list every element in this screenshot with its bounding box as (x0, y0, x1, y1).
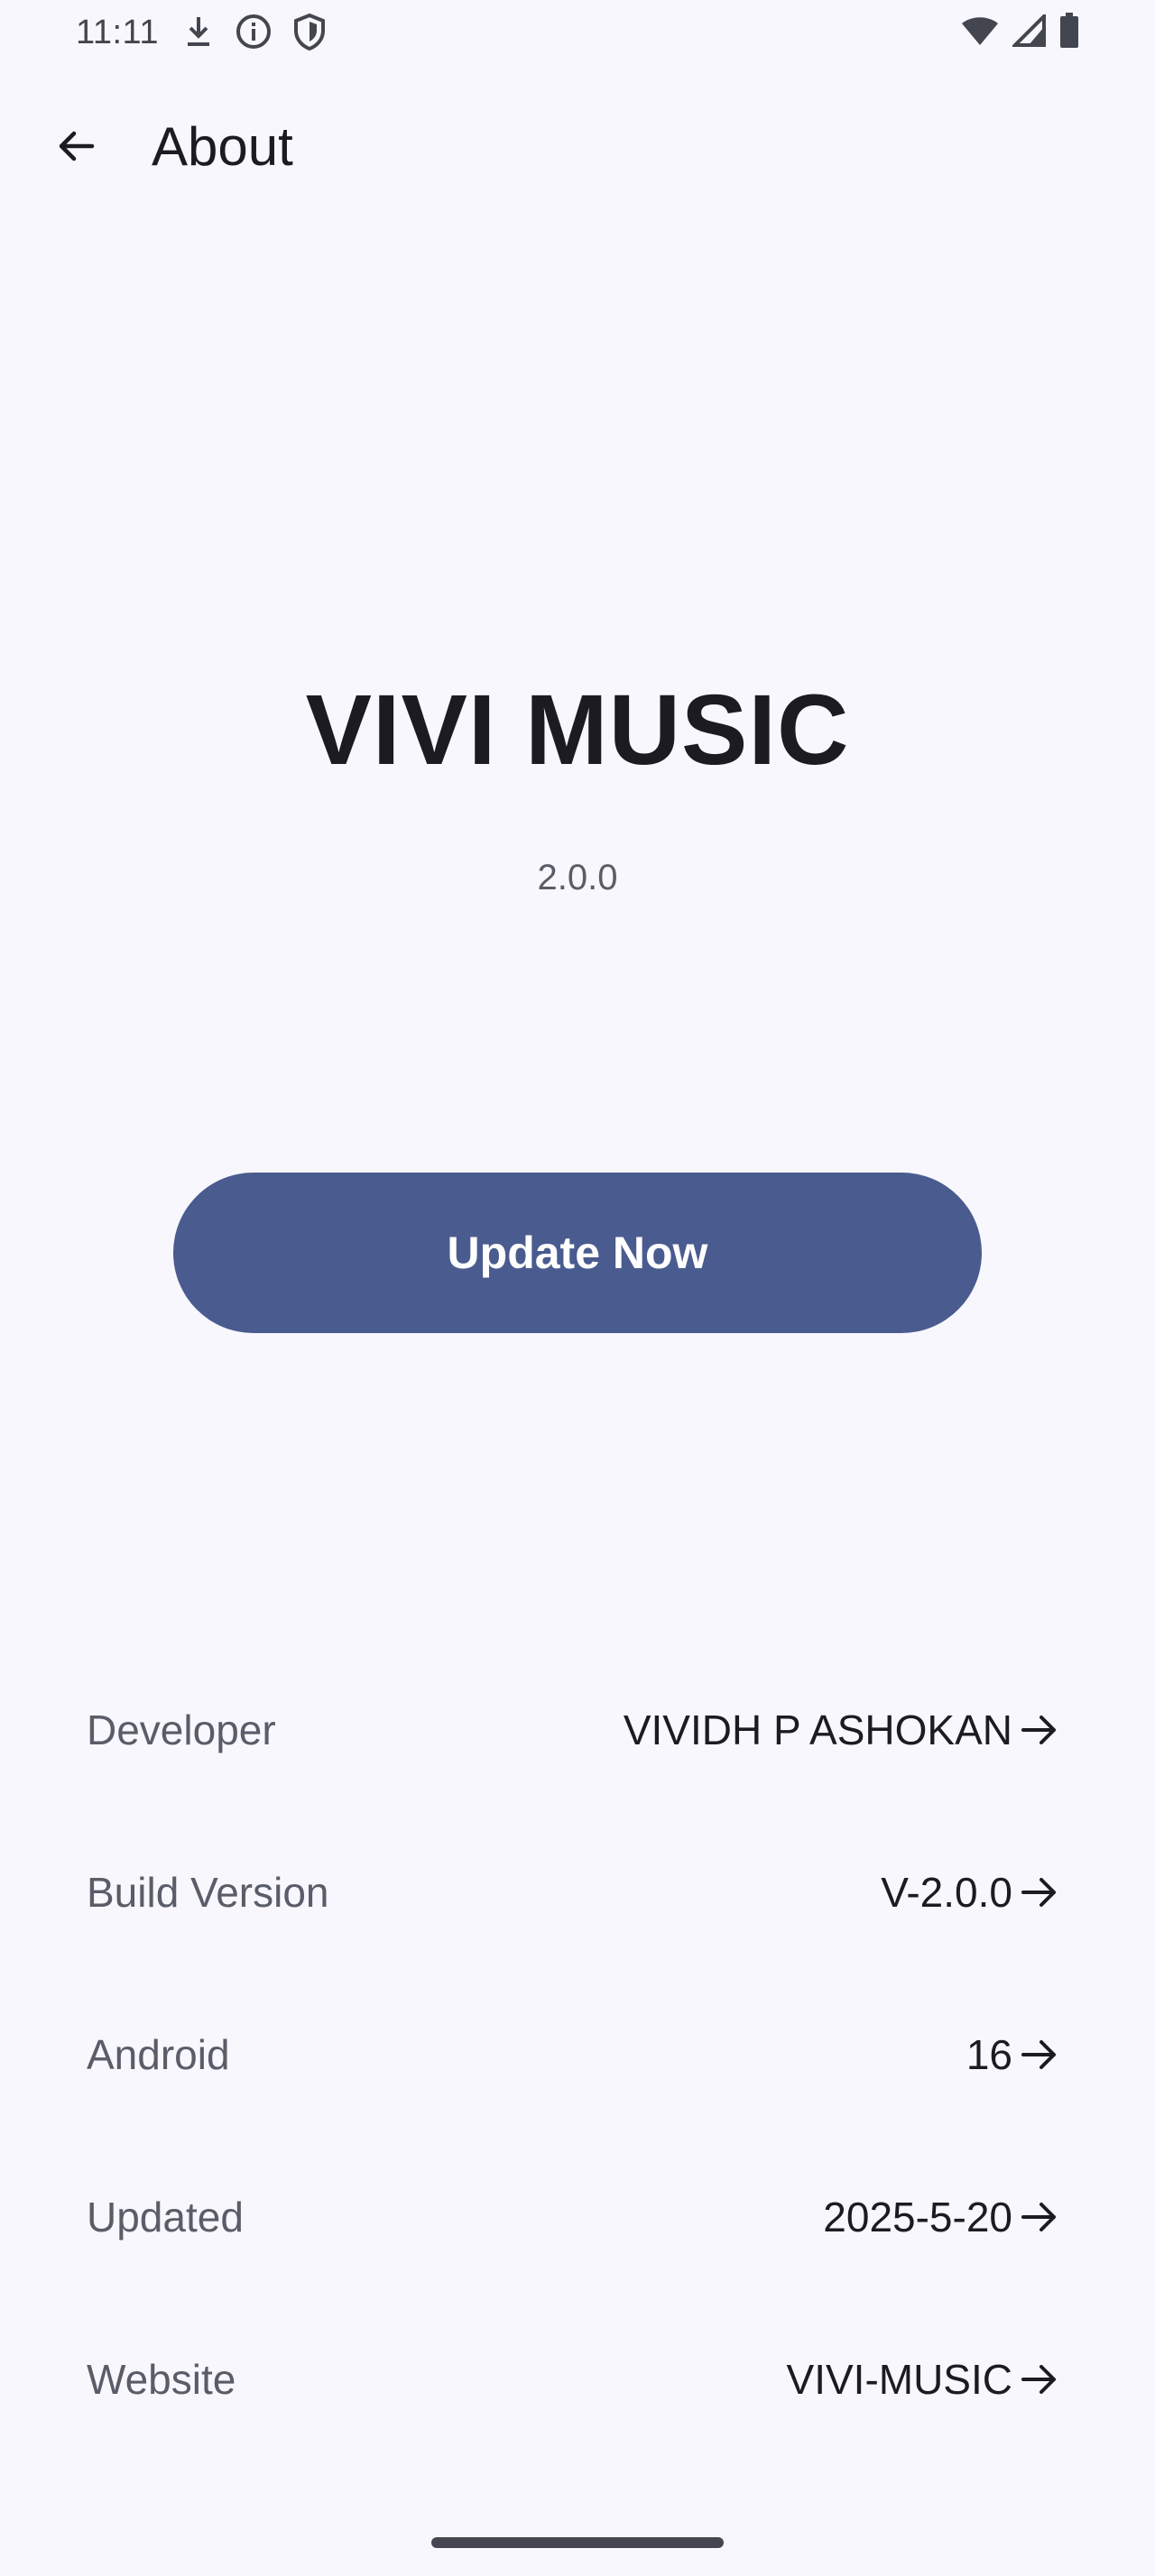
info-value-group: VIVI-MUSIC (787, 2355, 1061, 2404)
battery-icon (1060, 13, 1078, 48)
back-button[interactable] (40, 110, 112, 182)
info-value: 2025-5-20 (823, 2194, 1012, 2240)
arrow-left-icon (59, 131, 95, 161)
update-now-button[interactable]: Update Now (173, 1173, 982, 1333)
status-bar: 11:11 (0, 0, 1155, 65)
info-row-android[interactable]: Android 16 (87, 1973, 1061, 2136)
status-icons-left (182, 13, 327, 51)
arrow-right-icon (1021, 1878, 1056, 1907)
signal-icon (1012, 14, 1046, 47)
arrow-right-icon (1021, 2203, 1056, 2231)
page-title: About (152, 116, 293, 177)
download-icon (188, 17, 209, 46)
info-value: 16 (966, 2031, 1012, 2078)
gesture-navigation-bar[interactable] (431, 2537, 724, 2548)
arrow-right-icon (1021, 2040, 1056, 2069)
info-label: Build Version (87, 1869, 329, 1916)
info-label: Developer (87, 1707, 276, 1753)
status-time: 11:11 (76, 14, 159, 51)
info-row-updated[interactable]: Updated 2025-5-20 (87, 2136, 1061, 2298)
arrow-right-icon (1021, 1716, 1056, 1744)
arrow-right-icon (1021, 2365, 1056, 2394)
info-value-group: VIVIDH P ASHOKAN (624, 1706, 1061, 1754)
shield-icon (294, 13, 325, 51)
app-version: 2.0.0 (537, 858, 618, 897)
info-label: Android (87, 2031, 230, 2078)
about-screen: 11:11 About VIVI MUSIC 2.0.0 Update Now … (0, 0, 1155, 2576)
wifi-icon (962, 17, 998, 45)
info-icon (236, 14, 271, 49)
info-label: Website (87, 2356, 236, 2403)
info-value: V-2.0.0 (881, 1869, 1012, 1916)
app-name: VIVI MUSIC (305, 675, 850, 786)
info-value-group: 16 (966, 2030, 1061, 2079)
info-value: VIVI-MUSIC (786, 2356, 1012, 2403)
info-value-group: 2025-5-20 (823, 2193, 1061, 2241)
info-label: Updated (87, 2194, 244, 2240)
info-value: VIVIDH P ASHOKAN (623, 1707, 1012, 1753)
info-value-group: V-2.0.0 (881, 1868, 1061, 1917)
info-row-developer[interactable]: Developer VIVIDH P ASHOKAN (87, 1649, 1061, 1811)
status-icons-right (960, 13, 1079, 49)
info-row-build-version[interactable]: Build Version V-2.0.0 (87, 1811, 1061, 1973)
info-list: Developer VIVIDH P ASHOKAN Build Version… (87, 1649, 1061, 2461)
info-row-website[interactable]: Website VIVI-MUSIC (87, 2298, 1061, 2461)
top-app-bar: About (0, 90, 1155, 211)
